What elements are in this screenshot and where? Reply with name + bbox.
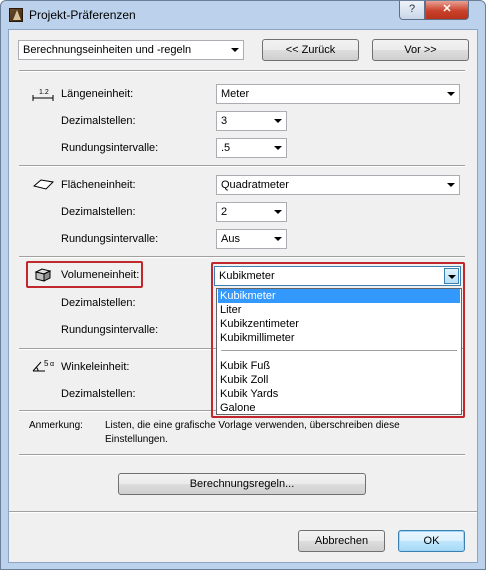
angle-decimals-label: Dezimalstellen: — [61, 388, 136, 400]
separator — [19, 454, 465, 456]
area-rounding-select[interactable]: Aus — [216, 229, 287, 249]
length-rounding-label: Rundungsintervalle: — [61, 142, 159, 154]
length-unit-select[interactable]: Meter — [216, 84, 460, 104]
volume-unit-value: Kubikmeter — [219, 270, 275, 282]
chevron-down-icon — [231, 48, 239, 52]
dropdown-option-liter[interactable]: Liter — [218, 303, 460, 317]
dialog-window: Projekt-Präferenzen ? ✕ Berechnungseinhe… — [0, 0, 486, 570]
length-decimals-label: Dezimalstellen: — [61, 115, 136, 127]
length-unit-icon: 1.2 — [32, 89, 54, 101]
volume-rounding-label: Rundungsintervalle: — [61, 324, 159, 336]
chevron-down-icon — [447, 183, 455, 187]
chevron-down-icon — [274, 119, 282, 123]
chevron-down-icon — [274, 210, 282, 214]
title-bar: Projekt-Präferenzen ? ✕ — [1, 1, 485, 29]
area-rounding-label: Rundungsintervalle: — [61, 233, 159, 245]
dropdown-option-kubik-zoll[interactable]: Kubik Zoll — [218, 373, 460, 387]
angle-unit-label: Winkeleinheit: — [61, 361, 130, 373]
help-button[interactable]: ? — [399, 1, 425, 20]
area-unit-select[interactable]: Quadratmeter — [216, 175, 460, 195]
area-decimals-label: Dezimalstellen: — [61, 206, 136, 218]
length-unit-value: Meter — [221, 88, 250, 100]
svg-text:5: 5 — [44, 359, 49, 368]
dropdown-separator — [221, 350, 457, 351]
dropdown-option-kubikzentimeter[interactable]: Kubikzentimeter — [218, 317, 460, 331]
cancel-button[interactable]: Abbrechen — [298, 530, 385, 552]
dropdown-option-galone[interactable]: Galone — [218, 401, 460, 415]
svg-text:α: α — [50, 361, 54, 368]
volume-decimals-label: Dezimalstellen: — [61, 297, 136, 309]
ok-button[interactable]: OK — [398, 530, 465, 552]
chevron-down-icon — [447, 92, 455, 96]
svg-text:1.2: 1.2 — [39, 89, 49, 96]
angle-unit-icon: 5 α — [32, 359, 54, 372]
length-rounding-select[interactable]: .5 — [216, 138, 287, 158]
page-select[interactable]: Berechnungseinheiten und -regeln — [18, 40, 244, 60]
length-rounding-value: .5 — [221, 142, 231, 154]
area-unit-icon — [33, 179, 55, 190]
length-decimals-select[interactable]: 3 — [216, 111, 287, 131]
close-button[interactable]: ✕ — [425, 1, 469, 20]
calculation-rules-button[interactable]: Berechnungsregeln... — [118, 473, 366, 495]
volume-unit-icon — [34, 268, 52, 282]
separator — [19, 70, 465, 72]
chevron-down-icon — [274, 237, 282, 241]
area-unit-label: Flächeneinheit: — [61, 179, 136, 191]
dialog-client-area: Berechnungseinheiten und -regeln << Zurü… — [8, 29, 478, 563]
area-decimals-select[interactable]: 2 — [216, 202, 287, 222]
chevron-down-icon[interactable] — [444, 268, 459, 284]
note-label: Anmerkung: — [29, 420, 83, 431]
area-unit-value: Quadratmeter — [221, 179, 289, 191]
separator — [9, 511, 477, 513]
area-rounding-value: Aus — [221, 233, 240, 245]
dropdown-option-kubikmeter[interactable]: Kubikmeter — [218, 289, 460, 303]
length-decimals-value: 3 — [221, 115, 228, 127]
separator — [19, 256, 465, 258]
window-title: Projekt-Präferenzen — [29, 8, 136, 22]
archicad-app-icon — [9, 8, 23, 22]
volume-unit-dropdown-list: Kubikmeter Liter Kubikzentimeter Kubikmi… — [216, 288, 462, 415]
dropdown-option-kubik-fuss[interactable]: Kubik Fuß — [218, 359, 460, 373]
volume-unit-select[interactable]: Kubikmeter — [214, 266, 461, 286]
note-text-line2: Einstellungen. — [105, 434, 168, 445]
separator — [19, 165, 465, 167]
page-select-value: Berechnungseinheiten und -regeln — [23, 44, 192, 56]
area-decimals-value: 2 — [221, 206, 228, 218]
note-text-line1: Listen, die eine grafische Vorlage verwe… — [105, 420, 400, 431]
dropdown-option-kubik-yards[interactable]: Kubik Yards — [218, 387, 460, 401]
back-button[interactable]: << Zurück — [262, 39, 359, 61]
forward-button[interactable]: Vor >> — [372, 39, 469, 61]
chevron-down-icon — [274, 146, 282, 150]
volume-unit-label: Volumeneinheit: — [61, 269, 140, 281]
length-unit-label: Längeneinheit: — [61, 88, 134, 100]
dropdown-option-kubikmillimeter[interactable]: Kubikmillimeter — [218, 331, 460, 345]
